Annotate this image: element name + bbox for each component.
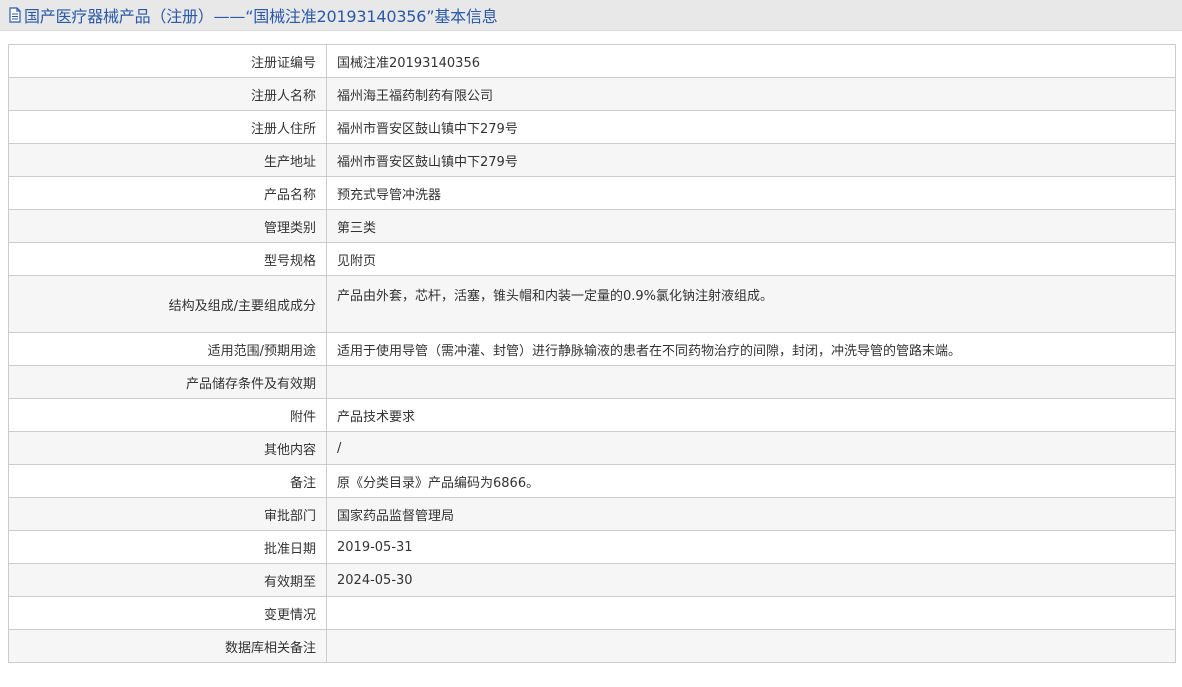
row-value: 福州市晋安区鼓山镇中下279号 (326, 143, 1176, 177)
row-value: 见附页 (326, 242, 1176, 276)
table-row: 附件 产品技术要求 (8, 398, 1176, 432)
row-label: 结构及组成/主要组成成分 (8, 275, 327, 333)
row-label: 注册证编号 (8, 44, 327, 78)
page-header: 国产医疗器械产品（注册）——“国械注准20193140356”基本信息 (0, 0, 1182, 31)
info-table: 注册证编号 国械注准20193140356 注册人名称 福州海王福药制药有限公司 注… (8, 44, 1176, 663)
info-table-body: 注册证编号 国械注准20193140356 注册人名称 福州海王福药制药有限公司 注… (8, 44, 1176, 663)
row-label: 备注 (8, 464, 327, 498)
row-label: 产品储存条件及有效期 (8, 365, 327, 399)
row-label: 注册人名称 (8, 77, 327, 111)
row-value: 适用于使用导管（需冲灌、封管）进行静脉输液的患者在不同药物治疗的间隙，封闭，冲洗… (326, 332, 1176, 366)
row-value (326, 629, 1176, 663)
row-value: 预充式导管冲洗器 (326, 176, 1176, 210)
row-value: 2024-05-30 (326, 563, 1176, 597)
row-label: 其他内容 (8, 431, 327, 465)
table-row: 批准日期 2019-05-31 (8, 530, 1176, 564)
row-label: 产品名称 (8, 176, 327, 210)
row-label: 批准日期 (8, 530, 327, 564)
row-label: 有效期至 (8, 563, 327, 597)
row-label: 管理类别 (8, 209, 327, 243)
table-row: 产品名称 预充式导管冲洗器 (8, 176, 1176, 210)
table-row: 注册人名称 福州海王福药制药有限公司 (8, 77, 1176, 111)
row-label: 附件 (8, 398, 327, 432)
row-value: 国家药品监督管理局 (326, 497, 1176, 531)
document-icon (8, 7, 22, 23)
row-label: 适用范围/预期用途 (8, 332, 327, 366)
row-value: 原《分类目录》产品编码为6866。 (326, 464, 1176, 498)
table-row: 备注 原《分类目录》产品编码为6866。 (8, 464, 1176, 498)
row-value (326, 365, 1176, 399)
table-row: 注册证编号 国械注准20193140356 (8, 44, 1176, 78)
row-value: 2019-05-31 (326, 530, 1176, 564)
row-label: 审批部门 (8, 497, 327, 531)
row-label: 生产地址 (8, 143, 327, 177)
info-table-container: 注册证编号 国械注准20193140356 注册人名称 福州海王福药制药有限公司 注… (8, 44, 1176, 663)
row-value: 福州市晋安区鼓山镇中下279号 (326, 110, 1176, 144)
table-row: 数据库相关备注 (8, 629, 1176, 663)
table-row: 变更情况 (8, 596, 1176, 630)
row-label: 注册人住所 (8, 110, 327, 144)
row-value: 福州海王福药制药有限公司 (326, 77, 1176, 111)
table-row: 产品储存条件及有效期 (8, 365, 1176, 399)
row-label: 变更情况 (8, 596, 327, 630)
table-row: 生产地址 福州市晋安区鼓山镇中下279号 (8, 143, 1176, 177)
row-label: 数据库相关备注 (8, 629, 327, 663)
table-row: 结构及组成/主要组成成分 产品由外套，芯杆，活塞，锥头帽和内装一定量的0.9%氯化… (8, 275, 1176, 333)
row-value (326, 596, 1176, 630)
page-title: 国产医疗器械产品（注册）——“国械注准20193140356”基本信息 (24, 7, 498, 26)
table-row: 型号规格 见附页 (8, 242, 1176, 276)
table-row: 管理类别 第三类 (8, 209, 1176, 243)
row-value: 产品由外套，芯杆，活塞，锥头帽和内装一定量的0.9%氯化钠注射液组成。 (326, 275, 1176, 333)
row-value: / (326, 431, 1176, 465)
row-value: 国械注准20193140356 (326, 44, 1176, 78)
row-label: 型号规格 (8, 242, 327, 276)
row-value: 第三类 (326, 209, 1176, 243)
table-row: 有效期至 2024-05-30 (8, 563, 1176, 597)
table-row: 注册人住所 福州市晋安区鼓山镇中下279号 (8, 110, 1176, 144)
table-row: 适用范围/预期用途 适用于使用导管（需冲灌、封管）进行静脉输液的患者在不同药物治疗… (8, 332, 1176, 366)
row-value: 产品技术要求 (326, 398, 1176, 432)
table-row: 审批部门 国家药品监督管理局 (8, 497, 1176, 531)
table-row: 其他内容 / (8, 431, 1176, 465)
